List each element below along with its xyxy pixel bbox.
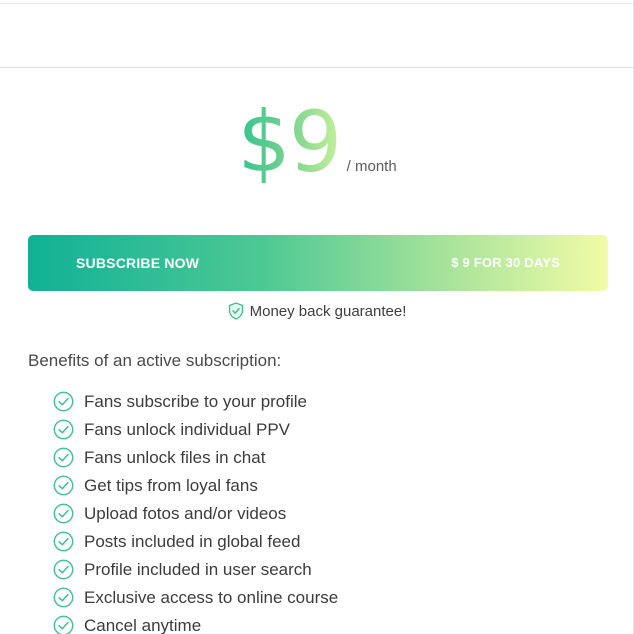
benefit-label: Posts included in global feed	[84, 532, 301, 551]
benefits-list: Fans subscribe to your profile Fans unloc…	[53, 390, 338, 634]
benefit-item: Get tips from loyal fans	[53, 474, 338, 502]
subscribe-button-label: SUBSCRIBE NOW	[76, 255, 200, 271]
benefits-title: Benefits of an active subscription:	[28, 351, 282, 370]
benefit-label: Fans unlock individual PPV	[84, 420, 291, 439]
benefit-label: Cancel anytime	[84, 616, 202, 634]
subscribe-button-price: $ 9 FOR 30 DAYS	[451, 255, 560, 270]
benefit-label: Profile included in user search	[84, 560, 312, 579]
benefit-label: Fans unlock files in chat	[84, 448, 266, 467]
header-divider	[0, 67, 633, 68]
benefit-item: Profile included in user search	[53, 558, 338, 586]
benefit-item: Cancel anytime	[53, 614, 338, 634]
subscribe-button[interactable]: SUBSCRIBE NOW $ 9 FOR 30 DAYS	[28, 235, 608, 291]
subscription-page: $9 / month SUBSCRIBE NOW $ 9 FOR 30 DAYS…	[0, 0, 634, 634]
benefit-item: Posts included in global feed	[53, 530, 338, 558]
check-circle-icon	[53, 391, 74, 412]
benefit-item: Fans subscribe to your profile	[53, 390, 338, 418]
check-circle-icon	[53, 559, 74, 580]
guarantee-text: Money back guarantee!	[249, 303, 407, 320]
check-circle-icon	[53, 615, 74, 634]
check-circle-icon	[53, 587, 74, 608]
benefit-label: Exclusive access to online course	[84, 588, 339, 607]
benefit-item: Fans unlock files in chat	[53, 446, 338, 474]
benefit-item: Exclusive access to online course	[53, 586, 338, 614]
money-back-guarantee: Money back guarantee!	[0, 302, 633, 322]
benefit-label: Upload fotos and/or videos	[84, 504, 287, 523]
price-amount: $9	[237, 93, 342, 191]
price-period: / month	[346, 158, 397, 175]
check-circle-icon	[53, 419, 74, 440]
check-circle-icon	[53, 475, 74, 496]
shield-check-icon	[228, 302, 243, 320]
benefit-label: Get tips from loyal fans	[84, 476, 258, 495]
check-circle-icon	[53, 503, 74, 524]
benefit-item: Upload fotos and/or videos	[53, 502, 338, 530]
check-circle-icon	[53, 531, 74, 552]
price-display: $9 / month	[0, 93, 633, 191]
check-circle-icon	[53, 447, 74, 468]
benefit-item: Fans unlock individual PPV	[53, 418, 338, 446]
benefit-label: Fans subscribe to your profile	[84, 392, 307, 411]
top-divider	[0, 3, 633, 4]
